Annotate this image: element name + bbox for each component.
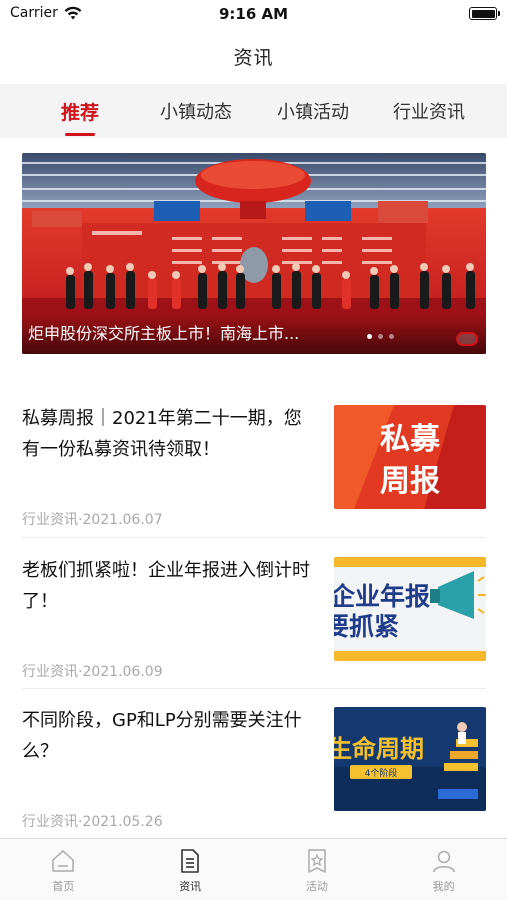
tab-label: 小镇动态	[160, 102, 232, 123]
article-meta: 行业资讯·2021.05.26	[22, 814, 163, 830]
tabbar-news[interactable]: 资讯	[127, 839, 254, 900]
logo-mark-icon	[456, 332, 478, 346]
active-tab-indicator	[65, 133, 95, 136]
svg-text:生命周期: 生命周期	[334, 735, 424, 763]
bottom-tab-bar: 首页 资讯 活动 我的	[0, 838, 507, 900]
article-meta: 行业资讯·2021.06.09	[22, 664, 163, 680]
carousel-dot[interactable]	[389, 334, 394, 339]
article-item[interactable]: 私募周报｜2021年第二十一期，您有一份私募资讯待领取！ 行业资讯·2021.0…	[22, 403, 486, 533]
article-title: 老板们抓紧啦！企业年报进入倒计时了！	[22, 560, 310, 612]
tabbar-home[interactable]: 首页	[0, 839, 127, 900]
banner-title: 炬申股份深交所主板上市！南海上市...	[28, 324, 300, 343]
divider	[22, 537, 486, 538]
carousel-dot[interactable]	[367, 334, 372, 339]
tab-industry-news[interactable]: 行业资讯	[381, 84, 477, 138]
document-icon	[181, 849, 199, 873]
svg-text:周报: 周报	[380, 464, 440, 499]
article-thumbnail: 企业年报 要抓紧	[334, 557, 486, 661]
battery-icon	[469, 7, 500, 20]
banner-logo	[456, 332, 478, 346]
tabbar-label: 活动	[305, 880, 328, 893]
article-title: 私募周报｜2021年第二十一期，您有一份私募资讯待领取！	[22, 408, 302, 460]
thumbnail-image: 企业年报 要抓紧	[334, 557, 486, 661]
banner-carousel[interactable]: 炬申股份深交所主板上市！南海上市...	[22, 153, 486, 354]
carousel-dot[interactable]	[378, 334, 383, 339]
tab-label: 推荐	[60, 101, 99, 124]
article-meta: 行业资讯·2021.06.07	[22, 512, 163, 528]
activity-icon	[308, 849, 326, 873]
thumbnail-image: 生命周期 4个阶段	[334, 707, 486, 811]
article-thumbnail: 私募 周报	[334, 405, 486, 509]
tab-label: 行业资讯	[393, 102, 465, 123]
tabbar-profile[interactable]: 我的	[380, 839, 507, 900]
thumbnail-image: 私募 周报	[334, 405, 486, 509]
page-title: 资讯	[233, 46, 274, 69]
svg-text:要抓紧: 要抓紧	[334, 612, 399, 641]
tab-recommended[interactable]: 推荐	[40, 84, 120, 138]
status-bar: Carrier 9:16 AM	[0, 0, 507, 28]
tabbar-label: 首页	[52, 880, 75, 893]
category-tabs: 推荐 小镇动态 小镇活动 行业资讯	[0, 84, 507, 138]
svg-text:企业年报: 企业年报	[334, 582, 430, 611]
divider	[22, 688, 486, 689]
carousel-dots	[367, 334, 394, 339]
svg-text:4个阶段: 4个阶段	[365, 767, 398, 779]
user-icon	[432, 850, 455, 873]
article-thumbnail: 生命周期 4个阶段	[334, 707, 486, 811]
svg-text:私募: 私募	[380, 422, 441, 457]
tabbar-activity[interactable]: 活动	[254, 839, 381, 900]
tab-town-news[interactable]: 小镇动态	[148, 84, 244, 138]
article-title: 不同阶段，GP和LP分别需要关注什么？	[22, 710, 302, 762]
nav-bar: 资讯	[0, 28, 507, 84]
status-time: 9:16 AM	[218, 5, 289, 23]
article-item[interactable]: 不同阶段，GP和LP分别需要关注什么？ 行业资讯·2021.05.26 生命周期…	[22, 705, 486, 835]
tabbar-label: 我的	[432, 880, 455, 893]
tabbar-label: 资讯	[179, 880, 202, 893]
home-icon	[52, 850, 75, 872]
article-item[interactable]: 老板们抓紧啦！企业年报进入倒计时了！ 行业资讯·2021.06.09 企业年报 …	[22, 555, 486, 685]
tab-town-events[interactable]: 小镇活动	[265, 84, 361, 138]
tab-label: 小镇活动	[277, 102, 349, 123]
